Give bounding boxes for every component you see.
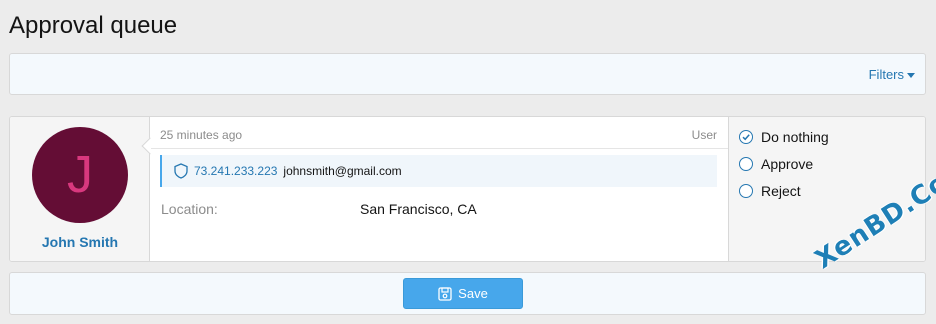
avatar-letter: J [67,146,93,204]
radio-label: Approve [761,156,814,172]
ip-info-box: 73.241.233.223 johnsmith@gmail.com [160,155,717,187]
location-label: Location: [161,201,218,217]
radio-approve[interactable]: Approve [739,156,813,172]
approval-item: J John Smith 25 minutes ago User 73.241.… [9,116,926,262]
radio-unchecked-icon[interactable] [739,157,753,171]
save-button[interactable]: Save [403,278,523,309]
item-type: User [691,128,717,142]
save-bar: Save [9,272,926,315]
ip-address-link[interactable]: 73.241.233.223 [194,164,277,178]
caret-down-icon [907,72,915,78]
filter-bar: Filters [9,53,926,95]
radio-checked-icon[interactable] [739,130,753,144]
save-label: Save [458,286,488,301]
radio-unchecked-icon[interactable] [739,184,753,198]
save-icon [438,286,452,301]
filters-label: Filters [868,67,904,82]
location-value: San Francisco, CA [360,201,477,217]
radio-label: Reject [761,183,801,199]
item-content: 25 minutes ago User 73.241.233.223 johns… [151,117,728,261]
radio-reject[interactable]: Reject [739,183,801,199]
radio-do-nothing[interactable]: Do nothing [739,129,829,145]
radio-label: Do nothing [761,129,829,145]
divider [151,148,728,149]
avatar[interactable]: J [32,127,128,223]
user-name-link[interactable]: John Smith [10,234,150,250]
page-title: Approval queue [9,12,178,39]
user-column: J John Smith [10,117,150,261]
item-meta: 25 minutes ago User [160,128,717,142]
shield-icon [174,163,188,179]
item-time: 25 minutes ago [160,128,243,142]
email-address: johnsmith@gmail.com [283,164,402,178]
filters-dropdown[interactable]: Filters [869,67,915,82]
